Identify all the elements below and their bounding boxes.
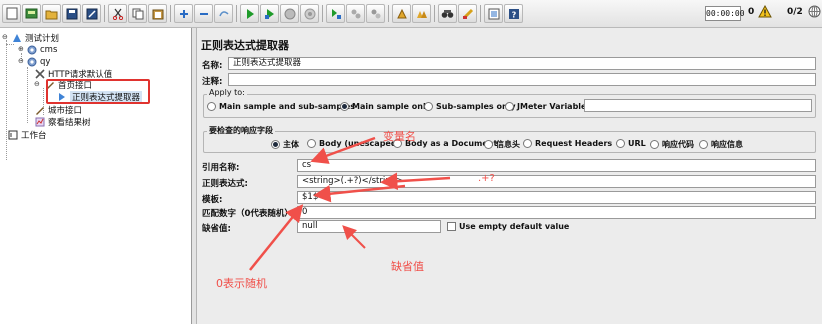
- tree-node-test-plan[interactable]: 测试计划: [12, 32, 59, 44]
- comment-label: 注释:: [202, 77, 223, 87]
- svg-text:?: ?: [511, 10, 516, 19]
- expand-toggle-cms[interactable]: ⊕: [18, 45, 24, 53]
- default-value-label: 缺省值:: [202, 224, 231, 234]
- check-response-message-radio[interactable]: 响应信息: [699, 139, 743, 150]
- test-plan-icon: [13, 34, 21, 42]
- radio-dot-selected: [271, 140, 280, 149]
- copy-icon[interactable]: [128, 4, 147, 23]
- radio-dot: [424, 102, 433, 111]
- reference-name-field[interactable]: cs: [297, 159, 816, 172]
- radio-dot: [699, 140, 708, 149]
- thread-group-icon: [27, 45, 37, 55]
- use-empty-default-checkbox[interactable]: Use empty default value: [447, 222, 569, 231]
- match-no-field[interactable]: 0: [297, 206, 816, 219]
- radio-dot: [650, 140, 659, 149]
- warning-count: 0: [748, 7, 755, 17]
- name-label: 名称:: [202, 61, 223, 71]
- check-body-radio[interactable]: 主体: [271, 139, 299, 150]
- comment-field[interactable]: [228, 73, 816, 86]
- warning-icon[interactable]: [758, 4, 772, 21]
- toggle-icon[interactable]: [214, 4, 233, 23]
- expand-toggle-qy[interactable]: ⊖: [18, 57, 24, 65]
- field-to-check-title: 要检查的响应字段: [207, 125, 275, 136]
- function-helper-icon[interactable]: [484, 4, 503, 23]
- tree-node-city-api[interactable]: 城市接口: [35, 104, 82, 116]
- annotation-default-hint: 缺省值: [391, 260, 424, 273]
- stop-icon[interactable]: [280, 4, 299, 23]
- apply-sub-only-radio[interactable]: Sub-samples only: [424, 102, 516, 111]
- save-as-icon[interactable]: [82, 4, 101, 23]
- radio-dot: [523, 139, 532, 148]
- name-field[interactable]: 正则表达式提取器: [228, 57, 816, 70]
- clear-all-icon[interactable]: [412, 4, 431, 23]
- thread-group-icon: [27, 57, 37, 67]
- jmeter-variable-field[interactable]: [584, 99, 812, 112]
- regex-label: 正则表达式:: [202, 179, 248, 189]
- tree-node-workbench[interactable]: 工作台: [8, 129, 47, 141]
- remote-globe-icon: [808, 5, 821, 21]
- start-no-pause-icon[interactable]: [260, 4, 279, 23]
- paste-icon[interactable]: [148, 4, 167, 23]
- tree-node-qy[interactable]: qy: [27, 56, 50, 68]
- test-plan-tree: ⊖ 测试计划 ⊕ cms ⊖ qy HTTP请求默认值 ⊖ 首页接口 正则表达式…: [0, 28, 192, 324]
- new-icon[interactable]: [2, 4, 21, 23]
- remote-start-icon[interactable]: [326, 4, 345, 23]
- radio-dot: [484, 140, 493, 149]
- regex-field[interactable]: <string>(.+?)</string>: [297, 175, 816, 188]
- active-threads-count: 0/2: [787, 7, 803, 17]
- apply-to-title: Apply to:: [207, 88, 247, 97]
- tree-node-results-tree[interactable]: 察看结果树: [35, 116, 91, 128]
- shutdown-icon[interactable]: [300, 4, 319, 23]
- collapse-icon[interactable]: [194, 4, 213, 23]
- default-value-field[interactable]: null: [297, 220, 441, 233]
- template-field[interactable]: $1$: [297, 191, 816, 204]
- elapsed-timer: 00:00:00: [705, 6, 745, 21]
- expand-toggle-homepage[interactable]: ⊖: [34, 80, 40, 88]
- radio-dot: [307, 139, 316, 148]
- annotation-regex-hint: .+?: [478, 173, 495, 184]
- cut-icon[interactable]: [108, 4, 127, 23]
- open-icon[interactable]: [42, 4, 61, 23]
- check-request-headers-radio[interactable]: Request Headers: [523, 139, 612, 148]
- listener-chart-icon: [35, 117, 45, 127]
- annotation-highlight-box: [46, 79, 150, 104]
- reference-name-label: 引用名称:: [202, 163, 240, 173]
- templates-icon[interactable]: [22, 4, 41, 23]
- regex-extractor-panel: 正则表达式提取器 名称: 正则表达式提取器 注释: Apply to: Main…: [198, 28, 822, 324]
- search-icon[interactable]: [438, 4, 457, 23]
- annotation-random-hint: 0表示随机: [216, 277, 267, 290]
- reset-search-icon[interactable]: [458, 4, 477, 23]
- help-icon[interactable]: ?: [504, 4, 523, 23]
- radio-dot: [505, 102, 514, 111]
- clear-icon[interactable]: [392, 4, 411, 23]
- radio-dot-selected: [340, 102, 349, 111]
- config-wrench-icon: [35, 69, 45, 79]
- start-icon[interactable]: [240, 4, 259, 23]
- remote-stop-icon[interactable]: [346, 4, 365, 23]
- checkbox-box: [447, 222, 456, 231]
- workbench-icon: [8, 130, 18, 140]
- match-no-label: 匹配数字（0代表随机）:: [202, 209, 297, 219]
- remote-exit-icon[interactable]: [366, 4, 385, 23]
- annotation-variable-name: 变量名: [383, 130, 416, 143]
- panel-splitter[interactable]: [192, 28, 197, 324]
- radio-dot: [616, 139, 625, 148]
- template-label: 模板:: [202, 195, 223, 205]
- apply-main-only-radio[interactable]: Main sample only: [340, 102, 431, 111]
- check-response-code-radio[interactable]: 响应代码: [650, 139, 694, 150]
- check-url-radio[interactable]: URL: [616, 139, 646, 148]
- page-title: 正则表达式提取器: [201, 39, 289, 52]
- expand-toggle-test-plan[interactable]: ⊖: [2, 33, 8, 41]
- sampler-pen-icon: [36, 107, 44, 115]
- expand-icon[interactable]: [174, 4, 193, 23]
- radio-dot: [207, 102, 216, 111]
- jmeter-window: { "toolbar": { "icons": ["new-icon","tem…: [0, 0, 822, 324]
- apply-main-and-sub-radio[interactable]: Main sample and sub-samples: [207, 102, 355, 111]
- tree-node-cms[interactable]: cms: [27, 44, 57, 56]
- apply-jmeter-variable-radio[interactable]: JMeter Variable: [505, 102, 586, 111]
- save-icon[interactable]: [62, 4, 81, 23]
- check-headers-radio[interactable]: 信息头: [484, 139, 520, 150]
- toolbar: ? 00:00:00 0 0/2: [0, 0, 822, 28]
